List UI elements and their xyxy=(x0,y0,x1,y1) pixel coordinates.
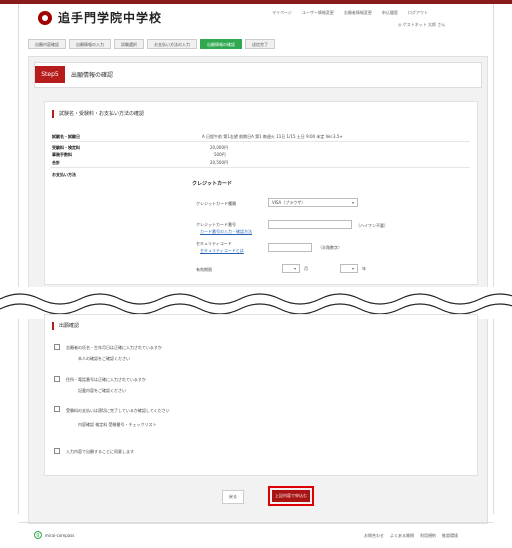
header-link-mypage[interactable]: マイページ xyxy=(272,10,292,16)
back-button[interactable]: 戻る xyxy=(222,490,244,504)
page-heading: Step5 出願情報の確認 xyxy=(34,62,482,88)
footer-links: お問合わせ よくある質問 利用規約 推奨環境 xyxy=(364,533,458,539)
page-title: 出願情報の確認 xyxy=(71,72,114,79)
consent-text-4: 入力内容で出願することに同意します xyxy=(66,449,134,454)
pay-method-value: クレジットカード xyxy=(192,181,233,187)
fee-label: 受験料・検定料 xyxy=(52,145,80,150)
pay-method-label: お支払い方法 xyxy=(52,172,76,177)
security-code-help-link[interactable]: セキュリティコードとは xyxy=(200,248,244,254)
security-code-hint: （半角数字） xyxy=(318,245,342,250)
step-5-current: 出願情報の確認 xyxy=(200,39,242,49)
footer-link-environment[interactable]: 推奨環境 xyxy=(442,533,458,539)
header-link-user-info[interactable]: ユーザー情報変更 xyxy=(302,10,334,16)
consent-checkbox-3[interactable] xyxy=(54,406,60,412)
payment-section-title: 試験名・受験料・お支払い方法の確認 xyxy=(52,110,144,118)
expiry-month-unit: 月 xyxy=(304,266,308,271)
consent-section-title: 出願確認 xyxy=(52,322,79,330)
handling-fee-label: 事務手数料 xyxy=(52,152,72,157)
expiry-year-unit: 年 xyxy=(362,266,366,271)
card-number-help-link[interactable]: カード番号の入力・確認方法 xyxy=(200,229,252,235)
total-value: 20,500円 xyxy=(210,160,228,165)
card-type-label: クレジットカード種類 xyxy=(196,201,236,206)
handling-fee-value: 500円 xyxy=(214,152,226,157)
footer-link-contact[interactable]: お問合わせ xyxy=(364,533,384,539)
card-number-label: クレジットカード番号 xyxy=(196,222,236,227)
expiry-year-select[interactable] xyxy=(340,264,358,273)
consent-note-1: 本人の確認をご確認ください xyxy=(78,356,130,361)
security-code-label: セキュリティコード xyxy=(196,241,232,246)
footer-brand: mirai-compass xyxy=(45,532,75,538)
footer-link-faq[interactable]: よくある質問 xyxy=(390,533,414,539)
consent-checkbox-1[interactable] xyxy=(54,344,60,350)
logged-in-user: ◎ ゲストネット 太郎 さん xyxy=(398,22,446,27)
step-4: お支払い方法の入力 xyxy=(147,39,197,49)
footer-divider xyxy=(19,522,493,523)
step-3: 試験選択 xyxy=(114,39,144,49)
step-6: 送信完了 xyxy=(245,39,275,49)
footer-logo[interactable]: g mirai-compass xyxy=(34,531,74,539)
step-badge: Step5 xyxy=(35,66,65,83)
header-links: マイページ ユーザー情報変更 志願者情報変更 申込履歴 ログアウト xyxy=(272,10,428,16)
step-1: 出願内容確認 xyxy=(28,39,66,49)
consent-note-2: 記載内容をご確認ください xyxy=(78,388,126,393)
expiry-label: 有効期限 xyxy=(196,267,212,272)
fee-value: 20,000円 xyxy=(210,145,228,150)
brand-g-icon: g xyxy=(34,531,42,539)
exam-header-value: A 日程午前 第1志望 前期日A 第1 毎週火 11日 1/15 土日 9:00… xyxy=(202,134,343,139)
progress-steps: 出願内容確認 出願情報の入力 試験選択 お支払い方法の入力 出願情報の確認 送信… xyxy=(28,39,275,49)
school-logo[interactable]: 追手門学院中学校 xyxy=(38,9,162,26)
consent-text-2: 住所・電話番号は正確に入力されていますか xyxy=(66,377,146,382)
consent-note-3: 内容確認 検定料 受験番号・チェックリスト xyxy=(78,422,157,427)
total-label: 合計 xyxy=(52,160,60,165)
school-name: 追手門学院中学校 xyxy=(58,11,163,25)
card-number-input[interactable] xyxy=(268,220,352,229)
step-2: 出願情報の入力 xyxy=(69,39,111,49)
frame-border-right xyxy=(493,4,494,514)
school-crest-icon xyxy=(38,10,52,25)
card-type-selected: VISA（ブラウザ） xyxy=(272,200,306,205)
divider xyxy=(50,167,470,168)
expiry-month-select[interactable] xyxy=(282,264,300,273)
consent-text-1: 志願者の氏名・生年月日は正確に入力されていますか xyxy=(66,345,162,350)
consent-text-3: 受験料の支払いは適切に完了しているか確認してください xyxy=(66,408,170,413)
header-link-logout[interactable]: ログアウト xyxy=(408,10,428,16)
consent-checkbox-4[interactable] xyxy=(54,448,60,454)
divider xyxy=(50,141,470,142)
confirm-submit-highlight: 上記内容で申込む xyxy=(268,486,314,506)
frame-border-left xyxy=(18,4,19,514)
consent-checkbox-2[interactable] xyxy=(54,376,60,382)
card-type-select[interactable]: VISA（ブラウザ） xyxy=(268,198,358,207)
exam-header-label: 試験名・試験日 xyxy=(52,134,80,139)
confirm-submit-button[interactable]: 上記内容で申込む xyxy=(272,490,310,502)
header-link-applicant-info[interactable]: 志願者情報変更 xyxy=(344,10,372,16)
footer-link-terms[interactable]: 利用規約 xyxy=(420,533,436,539)
card-number-hint: （ハイフン不要） xyxy=(356,223,388,228)
security-code-input[interactable] xyxy=(268,243,312,252)
payment-card xyxy=(44,101,478,285)
header-link-history[interactable]: 申込履歴 xyxy=(382,10,398,16)
